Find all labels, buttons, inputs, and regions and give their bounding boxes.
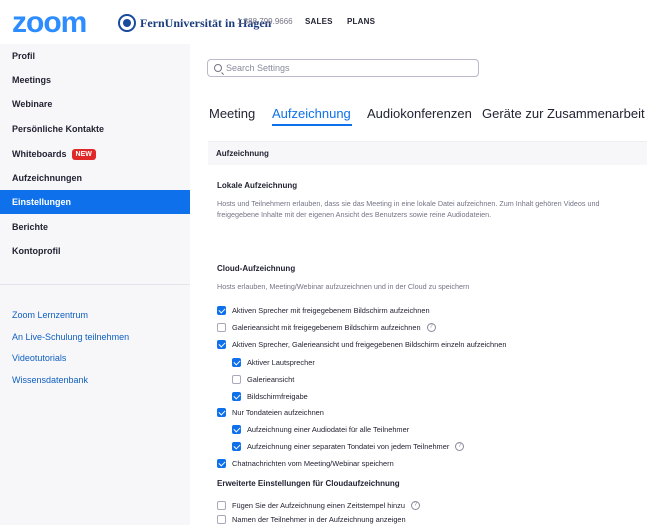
option-aktiver-sprecher[interactable]: Aktiven Sprecher mit freigegebenem Bilds… [217,304,430,316]
sidebar: Profil Meetings Webinare Persönliche Kon… [0,44,190,525]
phone-number[interactable]: 1.888.799.9666 [237,17,293,26]
checkbox-checked[interactable] [217,305,226,315]
new-badge: NEW [71,148,96,160]
cloud-recording-title: Cloud-Aufzeichnung [217,264,296,273]
tab-geraete[interactable]: Geräte zur Zusammenarbeit [482,106,645,121]
checkbox-checked[interactable] [232,424,241,434]
local-recording-title: Lokale Aufzeichnung [217,181,298,190]
sidebar-divider [0,284,190,285]
checkbox-checked[interactable] [232,357,241,367]
search-input[interactable] [226,63,466,73]
sales-link[interactable]: SALES [305,17,333,26]
tab-audiokonferenzen[interactable]: Audiokonferenzen [367,106,472,121]
checkbox-checked[interactable] [217,458,226,468]
sidebar-item-aufzeichnungen[interactable]: Aufzeichnungen [0,166,190,190]
option-audiodatei-alle[interactable]: Aufzeichnung einer Audiodatei für alle T… [232,423,409,435]
checkbox-checked[interactable] [217,407,226,417]
option-zeitstempel[interactable]: Fügen Sie der Aufzeichnung einen Zeitste… [217,499,420,511]
advanced-settings-title: Erweiterte Einstellungen für Cloudaufzei… [217,479,400,488]
active-tab-indicator [272,124,352,126]
option-aktiver-lautsprecher[interactable]: Aktiver Lautsprecher [232,356,315,368]
zoom-settings-page: zoom FernUniversität in Hagen 1.888.799.… [0,0,647,525]
checkbox-checked[interactable] [232,391,241,401]
option-chatnachrichten[interactable]: Chatnachrichten vom Meeting/Webinar spei… [217,457,394,469]
checkbox-checked[interactable] [217,339,226,349]
sidebar-item-whiteboards[interactable]: Whiteboards NEW [0,142,190,166]
top-header: zoom FernUniversität in Hagen 1.888.799.… [0,0,647,44]
tab-meeting[interactable]: Meeting [209,106,255,121]
section-header: Aufzeichnung [208,141,647,165]
checkbox-unchecked[interactable] [217,322,226,332]
cloud-recording-desc: Hosts erlauben, Meeting/Webinar aufzuzei… [217,282,470,291]
link-live-schulung[interactable]: An Live-Schulung teilnehmen [12,332,129,342]
sidebar-item-meetings[interactable]: Meetings [0,68,190,92]
sidebar-item-webinare[interactable]: Webinare [0,92,190,116]
option-galerieansicht[interactable]: Galerieansicht [232,373,294,385]
help-icon[interactable]: ? [455,441,465,451]
link-lernzentrum[interactable]: Zoom Lernzentrum [12,310,88,320]
checkbox-unchecked[interactable] [232,374,241,384]
search-box [207,59,479,77]
sidebar-item-einstellungen[interactable]: Einstellungen [0,190,190,214]
help-icon[interactable]: ? [426,322,436,332]
tab-aufzeichnung[interactable]: Aufzeichnung [272,106,351,121]
option-namen-anzeigen[interactable]: Namen der Teilnehmer in der Aufzeichnung… [217,513,406,525]
sidebar-item-berichte[interactable]: Berichte [0,215,190,239]
link-videotutorials[interactable]: Videotutorials [12,353,66,363]
checkbox-unchecked[interactable] [217,514,226,524]
zoom-logo[interactable]: zoom [12,8,87,38]
option-galerieansicht-freigabe[interactable]: Galerieansicht mit freigegebenem Bildsch… [217,321,436,333]
option-separate-tondatei[interactable]: Aufzeichnung einer separaten Tondatei vo… [232,440,465,452]
help-icon[interactable]: ? [410,500,420,510]
plans-link[interactable]: PLANS [347,17,375,26]
option-bildschirmfreigabe[interactable]: Bildschirmfreigabe [232,390,308,402]
checkbox-unchecked[interactable] [217,500,226,510]
local-recording-desc: Hosts und Teilnehmern erlauben, dass sie… [217,199,600,219]
university-logo-icon [118,14,136,32]
link-wissensdatenbank[interactable]: Wissensdatenbank [12,375,88,385]
sidebar-item-profil[interactable]: Profil [0,44,190,68]
sidebar-item-kontoprofil[interactable]: Kontoprofil [0,239,190,263]
search-icon [214,64,222,72]
sidebar-item-kontakte[interactable]: Persönliche Kontakte [0,117,190,141]
checkbox-checked[interactable] [232,441,241,451]
option-nur-tondateien[interactable]: Nur Tondateien aufzeichnen [217,406,324,418]
option-einzeln-aufzeichnen[interactable]: Aktiven Sprecher, Galerieansicht und fre… [217,338,506,350]
